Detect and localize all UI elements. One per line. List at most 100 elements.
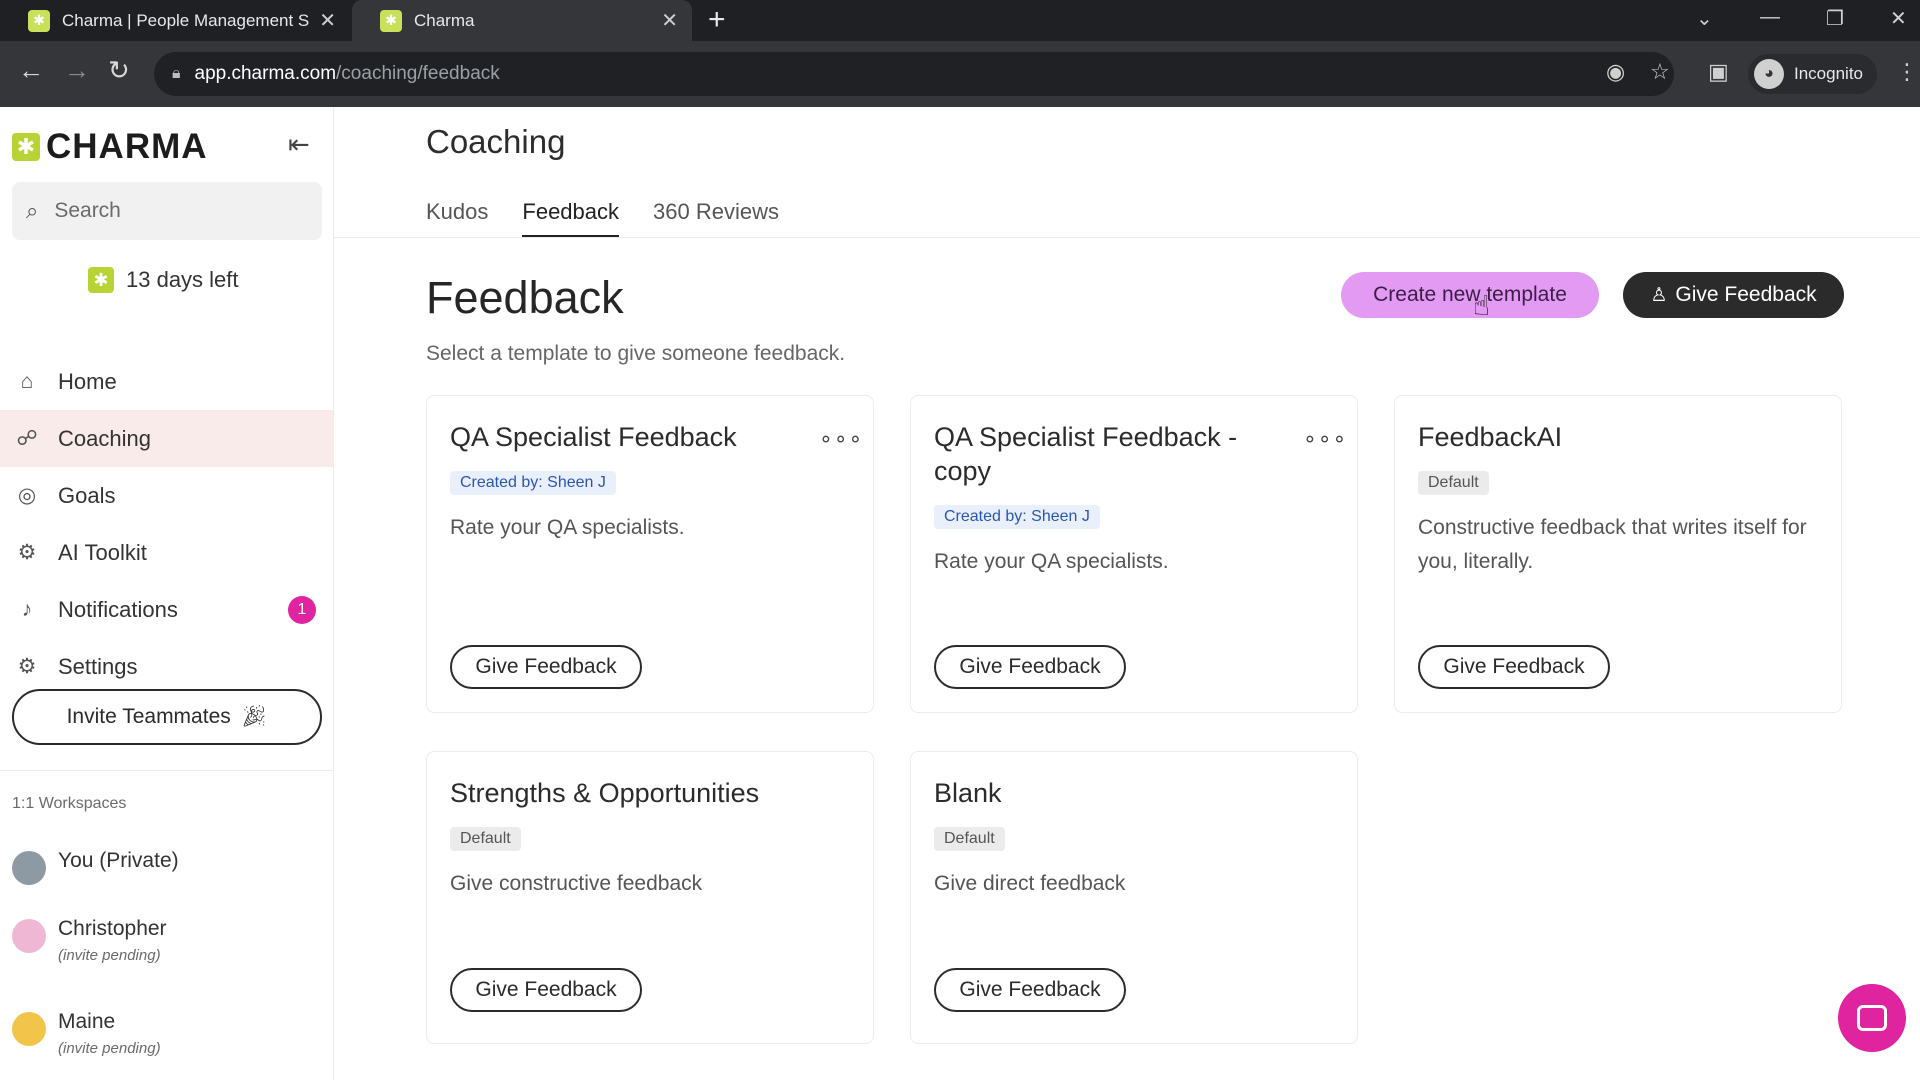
card-give-feedback-button[interactable]: Give Feedback: [1418, 645, 1610, 689]
tab-360-reviews[interactable]: 360 Reviews: [653, 199, 779, 238]
sidebar-item-label: Notifications: [58, 596, 178, 622]
gear-icon: ⚙: [17, 655, 37, 678]
back-icon[interactable]: ←: [18, 55, 44, 86]
tab-kudos[interactable]: Kudos: [426, 199, 488, 238]
workspace-name: Maine: [58, 1010, 116, 1033]
give-feedback-button[interactable]: ♙ Give Feedback: [1623, 272, 1844, 318]
template-card-qa-specialist-copy[interactable]: QA Specialist Feedback - copy ∘∘∘ Create…: [910, 395, 1358, 713]
workspace-item-christopher[interactable]: Christopher (invite pending): [12, 917, 167, 964]
main-content: Coaching Kudos Feedback 360 Reviews Feed…: [334, 107, 1920, 1080]
card-title: Strengths & Opportunities: [450, 778, 760, 808]
give-feedback-label: Give Feedback: [1675, 283, 1817, 306]
incognito-icon: ◕: [1754, 59, 1784, 89]
sidebar-item-ai-toolkit[interactable]: ⚙︎ AI Toolkit: [0, 524, 333, 581]
mouse-pointer-icon: ☝: [1473, 290, 1491, 321]
sidebar-item-notifications[interactable]: ♪ Notifications 1: [0, 581, 333, 638]
sidebar-item-label: AI Toolkit: [58, 539, 147, 565]
default-badge: Default: [1418, 471, 1489, 495]
new-tab-icon[interactable]: +: [708, 4, 726, 36]
creator-badge: Created by: Sheen J: [934, 505, 1100, 529]
card-title: QA Specialist Feedback: [450, 422, 737, 452]
coaching-icon: ☍: [16, 427, 38, 450]
kebab-menu-icon[interactable]: ⋮: [1896, 59, 1918, 85]
close-icon[interactable]: ✕: [661, 8, 678, 33]
forward-icon[interactable]: →: [64, 55, 90, 86]
invite-teammates-button[interactable]: Invite Teammates 🎉︎: [12, 689, 322, 745]
home-icon: ⌂: [20, 369, 34, 393]
search-placeholder: Search: [54, 199, 121, 222]
default-badge: Default: [934, 827, 1005, 851]
browser-tab-charma-people[interactable]: ✱ Charma | People Management S ✕: [0, 0, 350, 41]
sidebar-item-goals[interactable]: ◎ Goals: [0, 467, 333, 524]
avatar: [12, 851, 46, 885]
window-close-icon[interactable]: ✕: [1890, 6, 1907, 31]
tab-feedback[interactable]: Feedback: [522, 199, 620, 238]
collapse-sidebar-icon[interactable]: ⇤: [288, 129, 310, 160]
chat-support-button[interactable]: [1838, 984, 1906, 1052]
card-description: Give constructive feedback: [450, 872, 703, 895]
address-bar[interactable]: 🔒︎ app.charma.com/coaching/feedback: [154, 52, 1674, 96]
divider: [0, 770, 334, 771]
search-input[interactable]: ⌕ Search: [12, 182, 322, 240]
template-card-strengths-opportunities[interactable]: Strengths & Opportunities Default Give c…: [426, 751, 874, 1044]
card-description: Constructive feedback that writes itself…: [1418, 516, 1807, 573]
create-new-template-button[interactable]: Create new template: [1341, 272, 1599, 318]
template-card-qa-specialist[interactable]: QA Specialist Feedback ∘∘∘ Created by: S…: [426, 395, 874, 713]
card-title: FeedbackAI: [1418, 422, 1563, 452]
star-icon[interactable]: ☆: [1650, 59, 1670, 85]
restore-icon[interactable]: ❐: [1826, 6, 1844, 31]
sidebar-item-home[interactable]: ⌂ Home: [0, 353, 333, 410]
sidebar-item-coaching[interactable]: ☍ Coaching: [0, 410, 333, 467]
more-options-icon[interactable]: ∘∘∘: [819, 426, 863, 452]
sidebar: ✱ CHARMA ⇤ ⌕ Search ✱ 13 days left ⌂ Hom…: [0, 107, 334, 1080]
person-feedback-icon: ♙: [1650, 284, 1668, 306]
template-card-blank[interactable]: Blank Default Give direct feedback Give …: [910, 751, 1358, 1044]
more-options-icon[interactable]: ∘∘∘: [1303, 426, 1347, 452]
card-give-feedback-button[interactable]: Give Feedback: [934, 968, 1126, 1012]
tab-search-chevron-icon[interactable]: ⌄: [1696, 6, 1713, 31]
creator-badge: Created by: Sheen J: [450, 471, 616, 495]
incognito-profile[interactable]: ◕ Incognito: [1748, 54, 1877, 94]
target-icon: ◎: [17, 484, 37, 507]
url-host: app.charma.com: [194, 63, 337, 84]
eye-off-icon[interactable]: ◉: [1606, 59, 1625, 85]
avatar: [12, 919, 46, 953]
charma-logo[interactable]: ✱ CHARMA: [12, 127, 208, 167]
section-subtitle: Select a template to give someone feedba…: [426, 342, 846, 365]
logo-text: CHARMA: [46, 127, 208, 166]
tab-title: Charma: [414, 10, 475, 30]
sidebar-item-settings[interactable]: ⚙ Settings: [0, 638, 333, 695]
template-card-feedbackai[interactable]: FeedbackAI Default Constructive feedback…: [1394, 395, 1842, 713]
card-description: Rate your QA specialists.: [450, 516, 685, 539]
reload-icon[interactable]: ↻: [108, 55, 130, 86]
chat-bubble-icon: [1857, 1005, 1887, 1031]
sidebar-item-label: Coaching: [58, 425, 151, 451]
workspace-item-maine[interactable]: Maine (invite pending): [12, 1010, 161, 1057]
card-description: Rate your QA specialists.: [934, 550, 1169, 573]
card-give-feedback-button[interactable]: Give Feedback: [450, 968, 642, 1012]
card-description: Give direct feedback: [934, 872, 1126, 895]
sidebar-item-label: Settings: [58, 653, 138, 679]
coaching-tabs: Kudos Feedback 360 Reviews: [426, 199, 813, 238]
side-panel-icon[interactable]: ▣: [1708, 59, 1729, 85]
trial-status[interactable]: ✱ 13 days left: [88, 267, 239, 293]
tab-title: Charma | People Management S: [62, 10, 310, 30]
browser-toolbar: ← → ↻ 🔒︎ app.charma.com/coaching/feedbac…: [0, 41, 1920, 107]
workspace-status: (invite pending): [58, 947, 161, 964]
default-badge: Default: [450, 827, 521, 851]
card-give-feedback-button[interactable]: Give Feedback: [450, 645, 642, 689]
close-icon[interactable]: ✕: [319, 8, 336, 33]
invite-label: Invite Teammates: [66, 705, 231, 728]
minimize-icon[interactable]: —: [1760, 6, 1780, 29]
robot-icon: ⚙︎: [17, 541, 37, 564]
card-give-feedback-button[interactable]: Give Feedback: [934, 645, 1126, 689]
page-title: Coaching: [426, 123, 566, 160]
card-title: Blank: [934, 778, 1002, 808]
browser-tab-charma[interactable]: ✱ Charma ✕: [352, 0, 692, 41]
card-title: QA Specialist Feedback - copy: [934, 422, 1238, 486]
bell-icon: ♪: [21, 597, 33, 621]
workspace-item-you[interactable]: You (Private): [12, 849, 179, 885]
charma-favicon-icon: ✱: [380, 9, 402, 32]
lock-icon: 🔒︎: [172, 65, 181, 82]
trial-text: 13 days left: [126, 267, 239, 292]
